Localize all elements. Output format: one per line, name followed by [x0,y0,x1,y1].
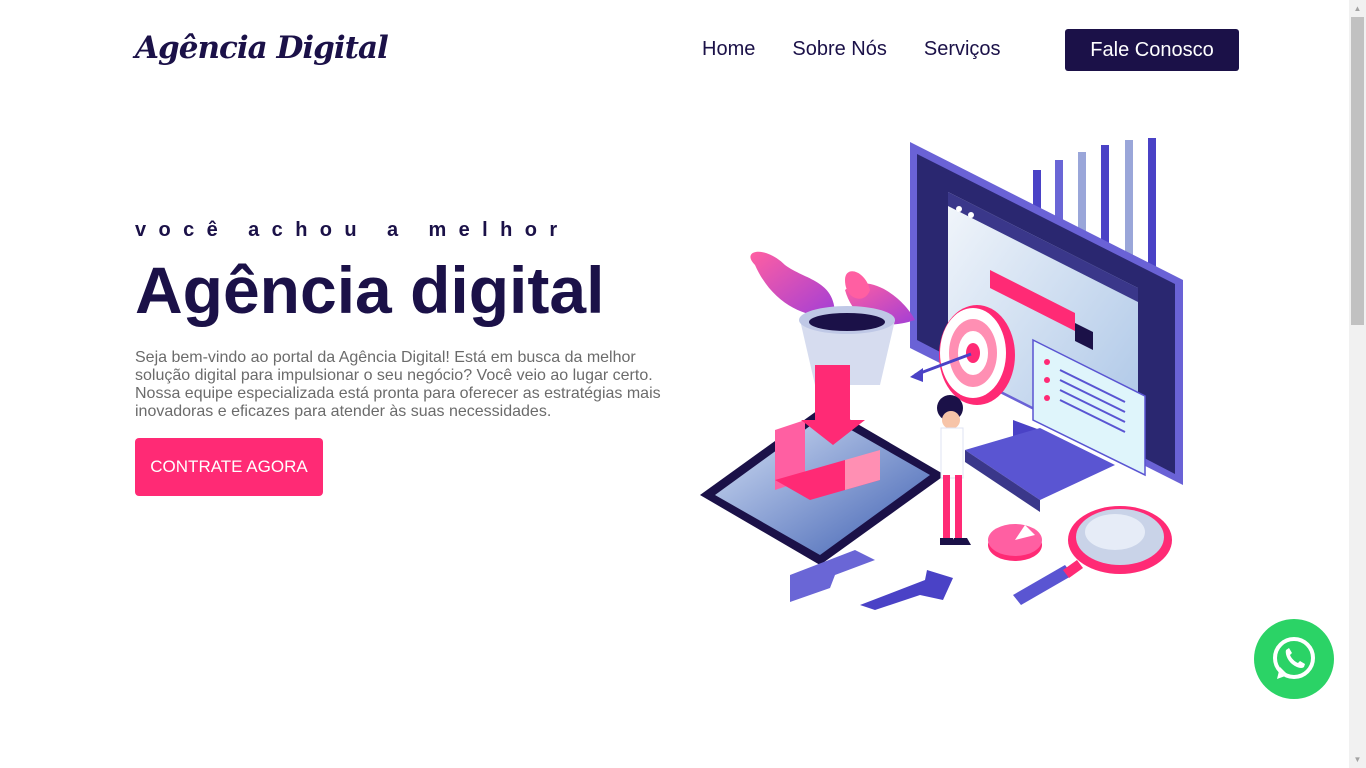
tablet [700,365,945,565]
fale-conosco-button[interactable]: Fale Conosco [1065,29,1239,71]
main-nav: Home Sobre Nós Serviços [702,38,1001,61]
woman-figure [937,395,971,545]
scroll-down-arrow-icon[interactable]: ▼ [1349,751,1366,768]
hero-title: Agência digital [135,253,605,327]
page-scrollbar[interactable]: ▲ ▼ [1349,0,1366,768]
landing-page: Agência Digital Home Sobre Nós Serviços … [0,0,1366,768]
nav-link-sobre-nos[interactable]: Sobre Nós [792,38,887,61]
magnifier [1013,506,1172,605]
whatsapp-icon [1273,637,1315,679]
hero-description: Seja bem-vindo ao portal da Agência Digi… [135,349,661,420]
scroll-up-arrow-icon[interactable]: ▲ [1349,0,1366,17]
hero-eyebrow: você achou a melhor [135,219,570,241]
nav-link-servicos[interactable]: Serviços [924,38,1001,61]
pie-decoration [988,524,1042,561]
site-logo[interactable]: Agência Digital [135,30,389,66]
whatsapp-button[interactable] [1254,619,1334,699]
nav-link-home[interactable]: Home [702,38,755,61]
contrate-agora-button[interactable]: CONTRATE AGORA [135,438,323,496]
hero-illustration [700,138,1183,610]
scrollbar-thumb[interactable] [1351,17,1364,325]
